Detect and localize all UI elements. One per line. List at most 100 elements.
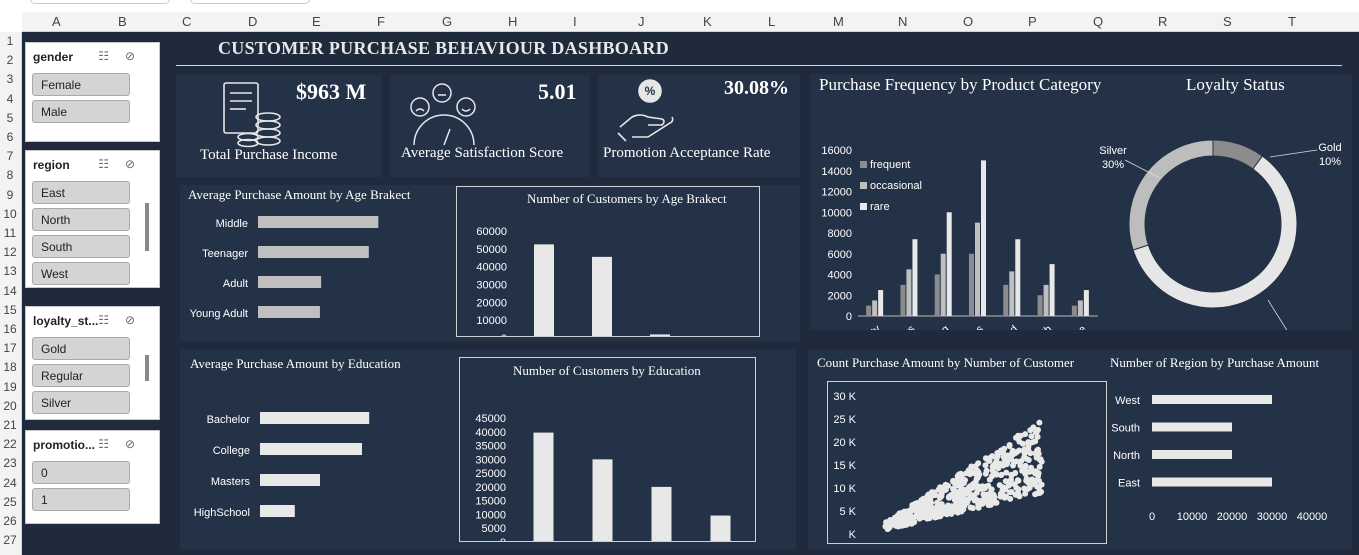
column-header[interactable]: I — [573, 14, 577, 29]
column-header[interactable]: D — [248, 14, 257, 29]
multi-select-icon[interactable]: ☷⊘ — [98, 157, 151, 171]
slicer-item[interactable]: East — [32, 181, 130, 204]
row-header[interactable]: 24 — [0, 476, 20, 490]
scatter-point — [1032, 429, 1039, 436]
scatter-point — [1038, 488, 1045, 495]
column-header[interactable]: M — [833, 14, 844, 29]
row-header[interactable]: 19 — [0, 380, 20, 394]
column-header[interactable]: K — [703, 14, 712, 29]
slicer-item[interactable]: South — [32, 235, 130, 258]
kpi-card-income[interactable]: $963 M Total Purchase Income — [176, 75, 382, 177]
column-header[interactable]: L — [768, 14, 775, 29]
column-header[interactable]: O — [963, 14, 973, 29]
satisfaction-gauge-icon — [410, 83, 476, 146]
slicer-item[interactable]: Gold — [32, 337, 130, 360]
row-header[interactable]: 17 — [0, 341, 20, 355]
row-header[interactable]: 9 — [0, 188, 20, 202]
column-header[interactable]: E — [312, 14, 321, 29]
slicer-gender[interactable]: gender ☷⊘ Female Male — [25, 42, 160, 142]
dashboard-title: CUSTOMER PURCHASE BEHAVIOUR DASHBOARD — [218, 38, 670, 58]
tick-label: 5 K — [839, 506, 856, 518]
slicer-loyalty[interactable]: loyalty_st... ☷⊘ Gold Regular Silver — [25, 306, 160, 420]
column-header[interactable]: C — [182, 14, 191, 29]
scatter-point — [963, 496, 970, 503]
row-header[interactable]: 11 — [0, 226, 20, 240]
row-header[interactable]: 4 — [0, 92, 20, 106]
row-header[interactable]: 2 — [0, 53, 20, 67]
scatter-point — [1035, 446, 1041, 453]
row-header[interactable]: 22 — [0, 437, 20, 451]
row-header[interactable]: 14 — [0, 284, 20, 298]
multi-select-icon[interactable]: ☷⊘ — [98, 437, 151, 451]
column-header[interactable]: A — [52, 14, 61, 29]
column-header[interactable]: B — [118, 14, 127, 29]
row-header[interactable]: 23 — [0, 456, 20, 470]
row-header[interactable]: 3 — [0, 72, 20, 86]
legend-swatch — [860, 161, 867, 168]
column-header[interactable]: Q — [1093, 14, 1103, 29]
slicer-header: region ☷⊘ — [26, 151, 159, 177]
scatter-point — [983, 467, 990, 474]
kpi-card-promotion[interactable]: % 30.08% Promotion Acceptance Rate — [598, 75, 800, 177]
row-header[interactable]: 21 — [0, 418, 20, 432]
scatter-point — [958, 473, 965, 480]
row-header[interactable]: 16 — [0, 322, 20, 336]
row-header[interactable]: 26 — [0, 514, 20, 528]
slicer-item[interactable]: Regular — [32, 364, 130, 387]
slicer-scrollbar[interactable] — [145, 203, 149, 251]
scatter-point — [1016, 493, 1023, 500]
row-header[interactable]: 6 — [0, 130, 20, 144]
chart-avg-purchase-education: Bachelor College Masters HighSchool — [194, 412, 370, 519]
column-header[interactable]: F — [377, 14, 385, 29]
row-header[interactable]: 20 — [0, 399, 20, 413]
multi-select-icon[interactable]: ☷⊘ — [98, 49, 151, 63]
row-header[interactable]: 25 — [0, 495, 20, 509]
slicer-region[interactable]: region ☷⊘ East North South West — [25, 150, 160, 288]
scatter-point — [1009, 451, 1016, 458]
scatter-point — [905, 512, 912, 519]
row-header[interactable]: 5 — [0, 111, 20, 125]
row-header[interactable]: 15 — [0, 303, 20, 317]
scatter-point — [1036, 463, 1043, 470]
bar — [1015, 239, 1021, 316]
bar — [1152, 477, 1272, 487]
slicer-item[interactable]: Male — [32, 100, 130, 123]
column-header[interactable]: T — [1288, 14, 1296, 29]
column-header[interactable]: G — [442, 14, 452, 29]
donut-slice — [1128, 139, 1214, 251]
row-header[interactable]: 12 — [0, 245, 20, 259]
row-header[interactable]: 13 — [0, 264, 20, 278]
slicer-item[interactable]: Silver — [32, 391, 130, 414]
column-header[interactable]: P — [1028, 14, 1037, 29]
slicer-item[interactable]: Female — [32, 73, 130, 96]
tick-label: 8000 — [828, 228, 852, 240]
slicer-item[interactable]: West — [32, 262, 130, 285]
multi-select-icon[interactable]: ☷⊘ — [98, 313, 151, 327]
column-header[interactable]: J — [638, 14, 645, 29]
kpi-card-satisfaction[interactable]: 5.01 Average Satisfaction Score — [390, 75, 590, 177]
row-header[interactable]: 27 — [0, 533, 20, 547]
column-header[interactable]: H — [508, 14, 517, 29]
tick-label: 0 — [501, 333, 507, 336]
row-header[interactable]: 8 — [0, 168, 20, 182]
row-header[interactable]: 1 — [0, 34, 20, 48]
slicer-item[interactable]: 1 — [32, 488, 130, 511]
bar — [258, 306, 320, 318]
chart-title: Average Purchase Amount by Education — [190, 356, 401, 371]
tick-label: 12000 — [821, 187, 852, 199]
column-header[interactable]: N — [898, 14, 907, 29]
slicer-promotion[interactable]: promotio... ☷⊘ 0 1 — [25, 430, 160, 524]
row-header[interactable]: 10 — [0, 207, 20, 221]
slicer-item[interactable]: North — [32, 208, 130, 231]
tick-label: East — [1118, 478, 1140, 490]
row-header[interactable]: 7 — [0, 149, 20, 163]
slicer-item[interactable]: 0 — [32, 461, 130, 484]
kpi-label: Average Satisfaction Score — [401, 145, 564, 161]
scatter-point — [1029, 439, 1036, 446]
column-header[interactable]: S — [1223, 14, 1232, 29]
bar — [900, 284, 906, 316]
column-header[interactable]: R — [1158, 14, 1167, 29]
slicer-scrollbar[interactable] — [145, 355, 149, 381]
row-header[interactable]: 18 — [0, 360, 20, 374]
tick-label: 2000 — [828, 290, 852, 302]
